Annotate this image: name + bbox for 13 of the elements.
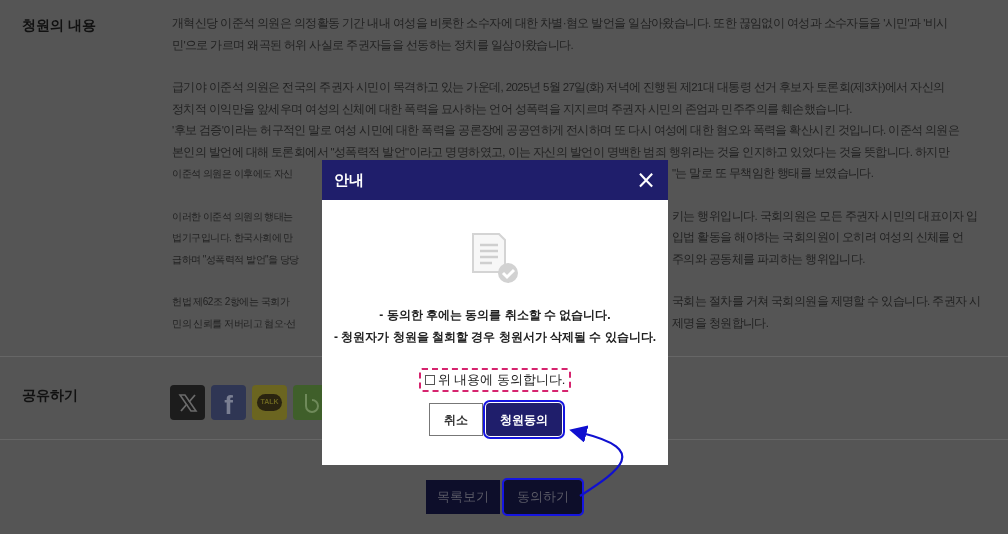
x-share-button[interactable] xyxy=(170,385,205,420)
notice-text: - 청원자가 청원을 철회할 경우 청원서가 삭제될 수 있습니다. xyxy=(334,329,656,346)
cancel-button[interactable]: 취소 xyxy=(428,403,483,436)
dialog-title: 안내 xyxy=(334,169,364,190)
agree-button[interactable]: 청원동의 xyxy=(485,403,562,436)
checkbox[interactable] xyxy=(424,375,435,385)
notice-text: - 동의한 후에는 동의를 취소할 수 없습니다. xyxy=(379,307,611,324)
section-label: 공유하기 xyxy=(22,387,78,403)
x-logo-icon xyxy=(177,392,198,413)
document-check-icon xyxy=(470,232,520,284)
agree-checkbox[interactable]: 위 내용에 동의합니다. xyxy=(418,368,572,392)
section-label: 청원의 내용 xyxy=(22,17,96,33)
close-button[interactable]: × xyxy=(635,168,656,192)
